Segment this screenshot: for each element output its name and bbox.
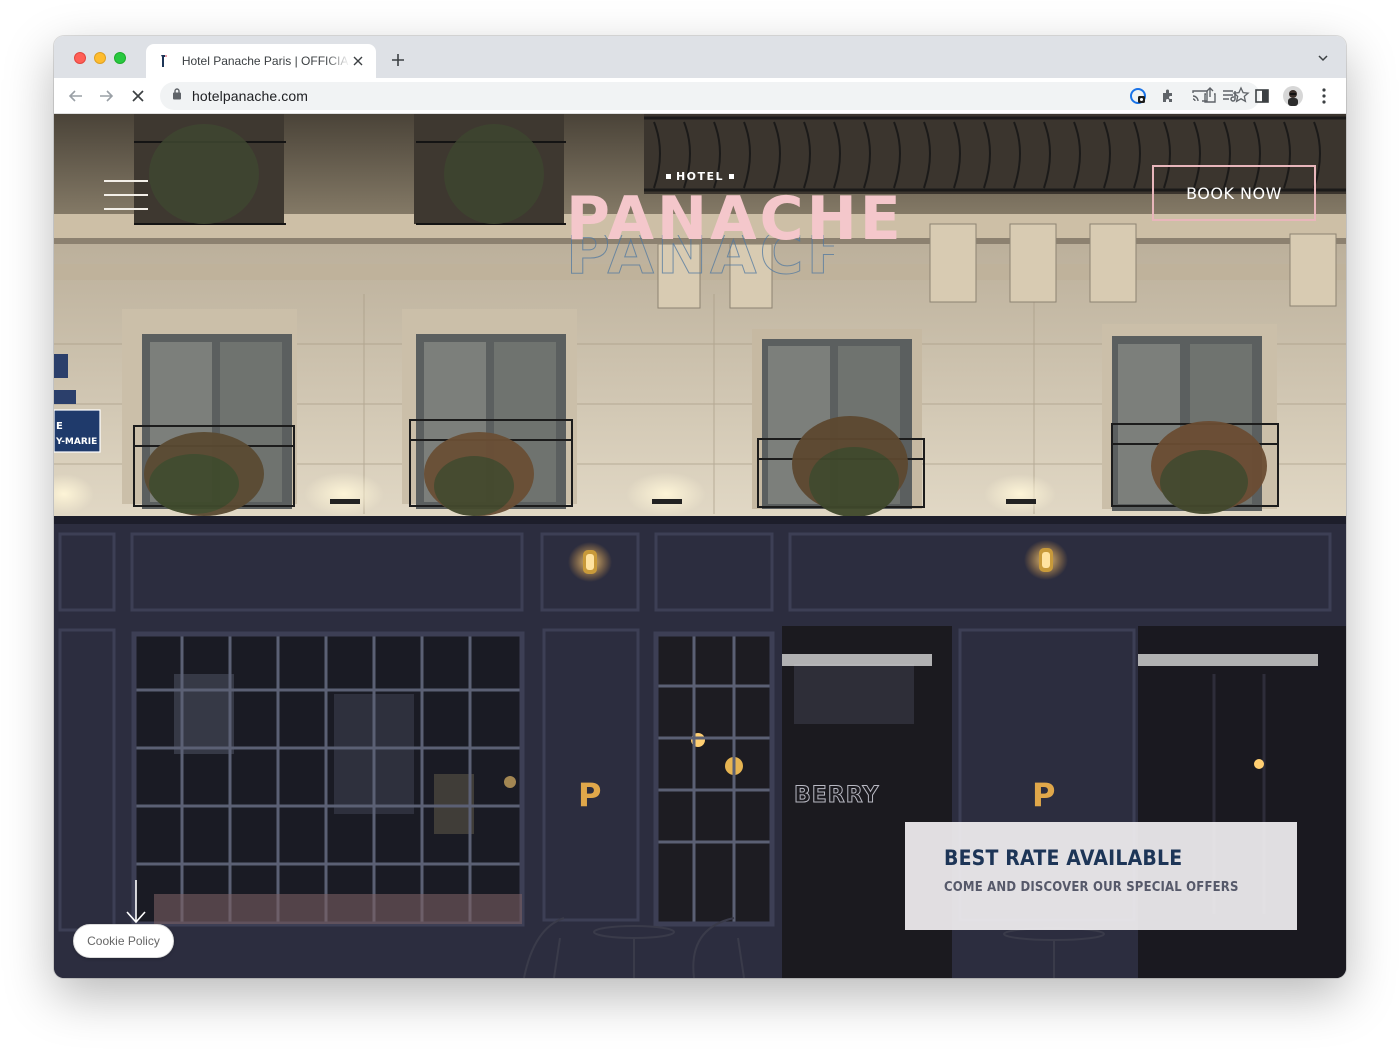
stop-loading-icon[interactable]	[128, 86, 148, 106]
reading-list-icon[interactable]	[1220, 86, 1240, 106]
site-favicon-icon	[156, 53, 172, 69]
side-panel-icon[interactable]	[1252, 86, 1272, 106]
forward-arrow-icon[interactable]	[96, 86, 116, 106]
logo-small-text: HOTEL	[675, 170, 725, 183]
page-viewport: E Y-MARIE BERRY P P HOTEL PANACHE PANACH…	[54, 114, 1346, 978]
offer-title: BEST RATE AVAILABLE	[944, 846, 1183, 870]
facade-p-emblem-left: P	[578, 776, 601, 814]
browser-toolbar: hotelpanache.com	[54, 78, 1346, 114]
offer-subtitle: COME AND DISCOVER OUR SPECIAL OFFERS	[944, 880, 1239, 895]
cast-icon[interactable]	[1190, 86, 1210, 106]
browser-window: Hotel Panache Paris | OFFICIAL SITE hote…	[54, 36, 1346, 978]
cookie-policy-button[interactable]: Cookie Policy	[73, 924, 174, 958]
hotel-logo[interactable]: HOTEL PANACHE PANACHE	[566, 170, 901, 290]
address-bar[interactable]: hotelpanache.com	[160, 82, 1260, 110]
best-rate-offer-card[interactable]: BEST RATE AVAILABLE COME AND DISCOVER OU…	[905, 822, 1297, 930]
back-arrow-icon[interactable]	[66, 86, 86, 106]
browser-tab-active[interactable]: Hotel Panache Paris | OFFICIAL SITE	[146, 44, 376, 78]
tab-search-chevron-icon[interactable]	[1316, 51, 1332, 67]
cafe-sign: BERRY	[794, 783, 879, 808]
facade-p-emblem-right: P	[1032, 776, 1055, 814]
zoom-window-button[interactable]	[114, 52, 126, 64]
tab-strip: Hotel Panache Paris | OFFICIAL SITE	[54, 36, 1346, 78]
puzzle-icon[interactable]	[1158, 86, 1178, 106]
kebab-menu-icon[interactable]	[1314, 86, 1334, 106]
svg-text:E: E	[56, 421, 63, 432]
lock-icon[interactable]	[172, 87, 182, 105]
tab-title: Hotel Panache Paris | OFFICIAL SITE	[181, 54, 351, 68]
extension-icon[interactable]	[1128, 86, 1148, 106]
profile-avatar[interactable]	[1283, 86, 1303, 106]
minimize-window-button[interactable]	[94, 52, 106, 64]
scroll-down-arrow-icon[interactable]	[126, 880, 146, 926]
hamburger-menu-icon[interactable]	[104, 180, 148, 210]
close-tab-icon[interactable]	[350, 53, 366, 69]
svg-text:Y-MARIE: Y-MARIE	[55, 437, 97, 447]
book-now-button[interactable]: BOOK NOW	[1152, 165, 1316, 221]
logo-main-text: PANACHE	[566, 184, 904, 254]
close-window-button[interactable]	[74, 52, 86, 64]
url-text[interactable]: hotelpanache.com	[192, 88, 308, 104]
new-tab-button[interactable]	[388, 50, 408, 70]
